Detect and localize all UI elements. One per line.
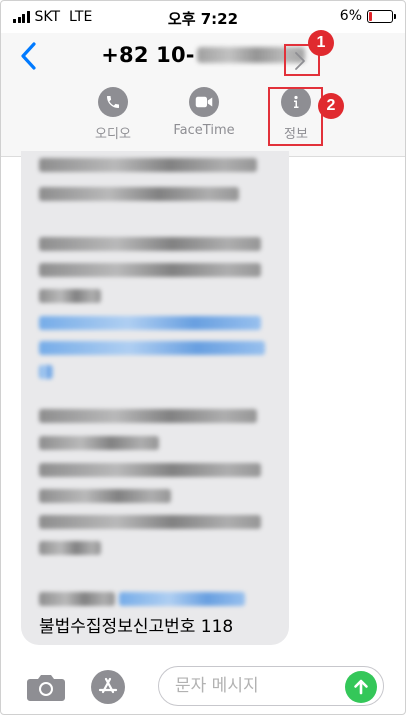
camera-icon[interactable]	[26, 671, 66, 703]
facetime-button[interactable]: FaceTime	[164, 87, 244, 138]
redacted-line	[39, 436, 159, 450]
status-bar: SKT LTE 오후 7:22 6%	[1, 1, 405, 33]
info-highlight-box	[268, 87, 323, 146]
received-message-bubble[interactable]	[21, 151, 289, 645]
redacted-link[interactable]	[39, 316, 261, 330]
send-arrow-icon[interactable]	[345, 671, 377, 703]
contact-number: +82 10-	[101, 43, 195, 67]
contact-title[interactable]: +82 10-	[1, 43, 405, 67]
app-store-icon[interactable]	[91, 670, 125, 704]
redacted-line	[39, 463, 261, 477]
audio-call-button[interactable]: 오디오	[73, 87, 153, 142]
message-last-line: 불법수집정보신고번호 118	[39, 617, 234, 637]
redacted-line	[39, 489, 171, 503]
status-right: 6%	[339, 8, 396, 24]
chevron-right-icon	[295, 52, 305, 70]
redacted-line	[39, 187, 239, 201]
redacted-line	[39, 541, 101, 555]
phone-icon	[98, 87, 128, 117]
battery-percent: 6%	[339, 8, 362, 24]
conversation-header: +82 10- 1 오디오 FaceTime 정보 2	[1, 30, 405, 157]
annotation-badge-2: 2	[318, 93, 344, 119]
video-camera-icon	[189, 87, 219, 117]
redacted-link[interactable]	[39, 365, 53, 379]
redacted-line	[39, 515, 261, 529]
annotation-badge-1: 1	[308, 30, 334, 56]
redacted-line	[39, 237, 261, 251]
redacted-line	[39, 409, 257, 423]
composer-bar	[1, 656, 405, 714]
audio-call-label: 오디오	[95, 127, 131, 142]
facetime-label: FaceTime	[173, 123, 235, 138]
phone-screen: SKT LTE 오후 7:22 6% +82 10- 1 오디오 FaceTim…	[0, 0, 406, 715]
redacted-line	[39, 263, 261, 277]
redacted-line	[39, 158, 257, 172]
battery-icon	[367, 9, 396, 23]
redacted-line	[39, 289, 101, 303]
battery-fill	[369, 11, 372, 21]
redacted-link[interactable]	[119, 592, 245, 606]
redacted-line	[39, 592, 115, 606]
redacted-link[interactable]	[39, 341, 265, 355]
